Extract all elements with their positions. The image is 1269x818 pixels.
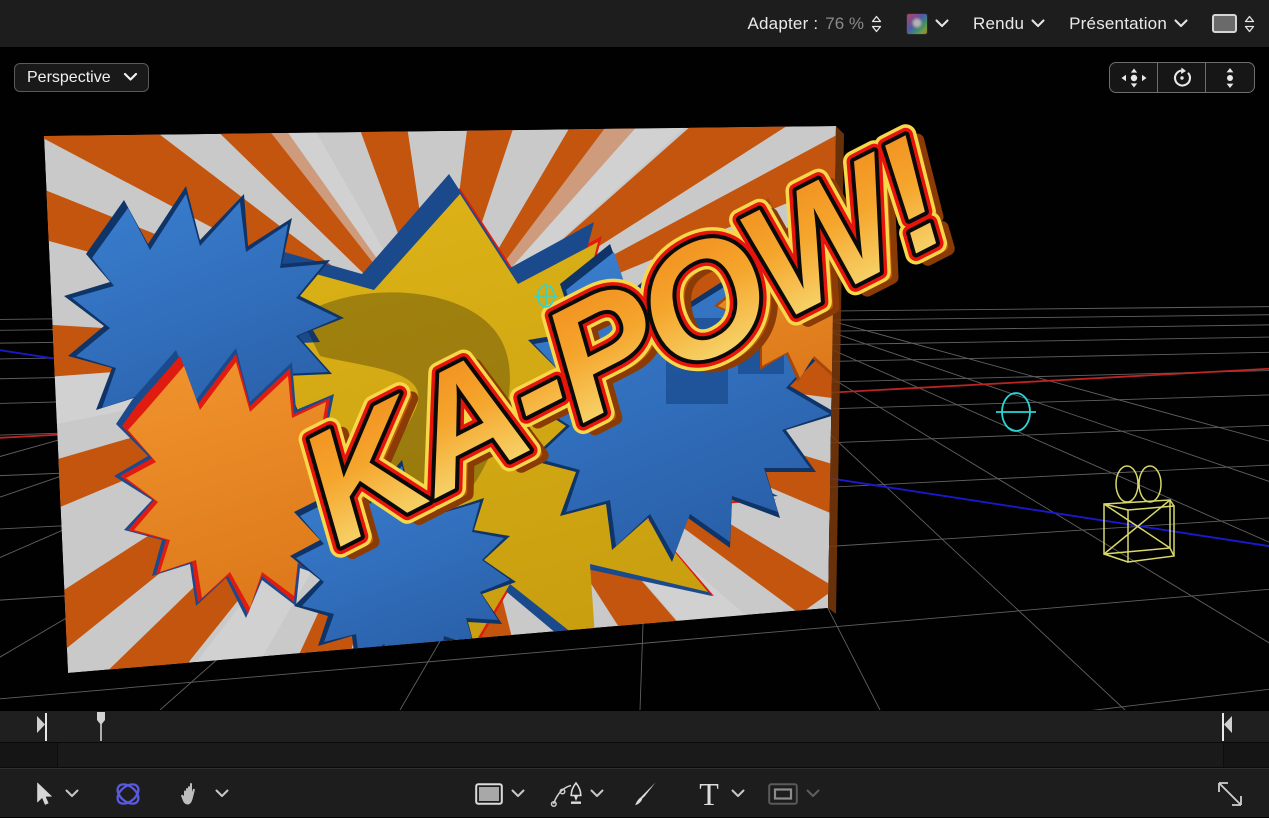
background-color-swatch-icon[interactable] xyxy=(1212,14,1237,33)
chevron-down-icon xyxy=(806,789,820,798)
view-layout-menu[interactable]: Présentation xyxy=(1069,14,1188,34)
stepper-up-down-icon[interactable] xyxy=(1244,15,1255,33)
chevron-down-icon xyxy=(511,789,525,798)
timeline-track[interactable] xyxy=(0,743,1269,767)
shape-tool[interactable] xyxy=(472,769,506,818)
render-menu-label: Rendu xyxy=(973,14,1024,34)
up-down-arrows-icon xyxy=(1222,67,1238,89)
chevron-down-icon[interactable] xyxy=(1174,19,1188,28)
adapter-label: Adapter : xyxy=(747,14,818,34)
pan-tool-chevron[interactable] xyxy=(215,769,235,818)
chevron-down-icon xyxy=(215,789,229,798)
timeline-track-range[interactable] xyxy=(57,743,1224,767)
dolly-view-button[interactable] xyxy=(1206,63,1254,92)
adapter-zoom-control[interactable]: Adapter : 76 % xyxy=(747,14,882,34)
arrow-cursor-icon xyxy=(36,782,53,806)
diagonal-resize-icon xyxy=(1216,780,1244,808)
four-way-arrows-icon xyxy=(1121,68,1147,88)
select-tool[interactable] xyxy=(28,769,60,818)
paint-tool[interactable] xyxy=(628,769,662,818)
timeline-ruler[interactable] xyxy=(0,710,1269,743)
adapter-value: 76 % xyxy=(825,14,864,34)
in-point-marker[interactable] xyxy=(36,710,52,743)
view-layout-menu-label: Présentation xyxy=(1069,14,1167,34)
bezier-pen-icon xyxy=(551,781,585,807)
fullscreen-toggle-button[interactable] xyxy=(1212,769,1248,818)
color-channels-swatch-icon[interactable] xyxy=(906,13,928,35)
top-toolbar: Adapter : 76 % Rendu Présentation xyxy=(0,0,1269,48)
pan-view-button[interactable] xyxy=(1110,63,1158,92)
mask-rectangle-icon xyxy=(768,783,798,805)
transform-3d-tool[interactable] xyxy=(108,769,148,818)
camera-view-menu-label: Perspective xyxy=(27,69,111,87)
chevron-down-icon xyxy=(731,789,745,798)
pen-tool[interactable] xyxy=(548,769,588,818)
rotate-arrow-icon xyxy=(1171,67,1193,89)
chevron-down-icon xyxy=(65,789,79,798)
mask-tool-chevron[interactable] xyxy=(806,769,826,818)
mask-tool[interactable] xyxy=(766,769,800,818)
bottom-toolbar: T xyxy=(0,768,1269,817)
chevron-down-icon[interactable] xyxy=(1031,19,1045,28)
rectangle-icon xyxy=(475,783,503,805)
view-navigation-buttons[interactable] xyxy=(1109,62,1255,93)
text-t-icon[interactable]: T xyxy=(699,778,719,810)
background-color-control[interactable] xyxy=(1212,14,1255,33)
stepper-up-down-icon[interactable] xyxy=(871,15,882,33)
shape-tool-chevron[interactable] xyxy=(511,769,531,818)
3d-scene: KA-POW! KA-POW! KA-POW! KA-POW! KA-POW! … xyxy=(0,48,1269,710)
select-tool-chevron[interactable] xyxy=(65,769,85,818)
render-menu[interactable]: Rendu xyxy=(973,14,1045,34)
timeline-bar[interactable] xyxy=(0,710,1269,768)
orbit-3d-icon xyxy=(113,779,143,809)
playhead[interactable] xyxy=(94,710,108,743)
camera-view-menu[interactable]: Perspective xyxy=(14,63,149,92)
out-point-marker[interactable] xyxy=(1217,710,1233,743)
text-tool: T xyxy=(692,769,726,818)
chevron-down-icon xyxy=(590,789,604,798)
paintbrush-icon xyxy=(632,781,658,807)
pen-tool-chevron[interactable] xyxy=(590,769,610,818)
color-channels-menu[interactable] xyxy=(906,13,949,35)
text-tool-chevron[interactable] xyxy=(731,769,751,818)
pan-tool[interactable] xyxy=(174,769,210,818)
chevron-down-icon[interactable] xyxy=(123,69,138,87)
orbit-view-button[interactable] xyxy=(1158,63,1206,92)
hand-icon xyxy=(179,780,205,807)
viewport-canvas[interactable]: KA-POW! KA-POW! KA-POW! KA-POW! KA-POW! … xyxy=(0,48,1269,710)
chevron-down-icon[interactable] xyxy=(935,19,949,28)
